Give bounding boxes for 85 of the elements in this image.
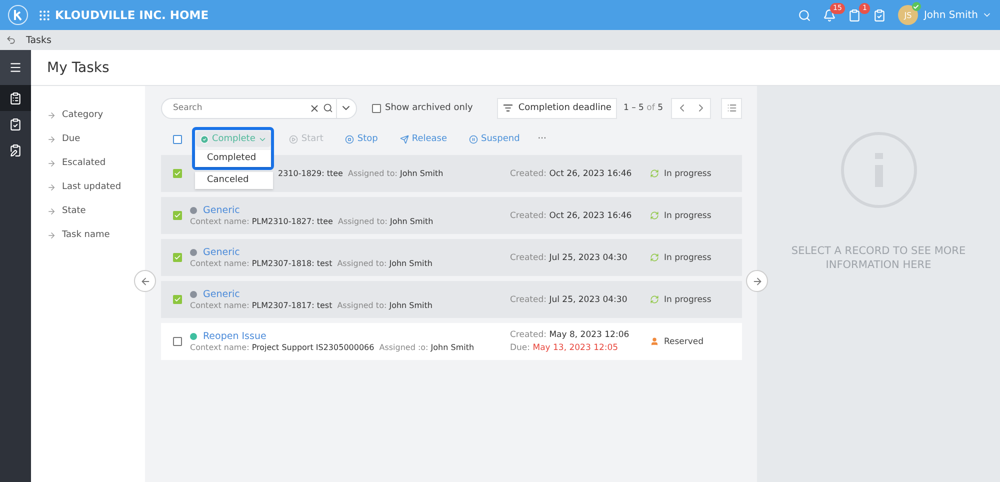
stop-icon bbox=[345, 134, 354, 144]
context-text: Context name: PLM2307-1817: test bbox=[190, 301, 332, 310]
context-text: Context name: PLM2310-1827: ttee bbox=[190, 217, 333, 226]
check-circle-icon bbox=[200, 134, 209, 144]
sync-icon bbox=[650, 253, 659, 262]
send-icon bbox=[400, 134, 409, 144]
due-date: Due: May 13, 2023 12:05 bbox=[510, 343, 620, 353]
assignee-text: Assigned to: John Smith bbox=[348, 169, 444, 178]
status-text: In progress bbox=[664, 210, 712, 220]
sync-icon bbox=[650, 295, 659, 304]
task-row[interactable]: Generic Context name: PLM2307-1817: test Assigned to: John Smith Created: Jul 25, 2023 04:30 In progress bbox=[161, 281, 742, 318]
status-text: Reserved bbox=[664, 336, 704, 346]
search-field[interactable]: Search bbox=[161, 98, 357, 118]
arrow-icon bbox=[47, 230, 56, 240]
assignee-text: Assigned to: John Smith bbox=[337, 301, 432, 310]
filter-item[interactable]: Escalated bbox=[62, 158, 106, 168]
checkbox[interactable] bbox=[173, 211, 182, 220]
pause-icon bbox=[469, 134, 478, 144]
task-row[interactable]: Generic Context name: PLM2307-1818: test Assigned to: John Smith Created: Jul 25, 2023 04:30 In progress bbox=[161, 239, 742, 276]
context-text: 2310-1829: ttee bbox=[278, 169, 343, 178]
task-title[interactable]: Reopen Issue bbox=[203, 331, 266, 342]
assignee-text: Assigned to: John Smith bbox=[337, 259, 432, 268]
sync-icon bbox=[650, 211, 659, 220]
apps-grid-icon[interactable] bbox=[38, 8, 51, 22]
collapse-left-button[interactable] bbox=[134, 270, 156, 292]
search-icon[interactable] bbox=[323, 103, 333, 113]
menu-icon bbox=[9, 61, 22, 74]
status-text: In progress bbox=[664, 294, 712, 304]
assignee-text: Assigned to: John Smith bbox=[338, 217, 434, 226]
logo-icon[interactable] bbox=[8, 5, 28, 25]
context-text: Context name: Project Support IS2305000066 bbox=[190, 343, 374, 352]
arrow-icon bbox=[47, 158, 56, 168]
context-text: Context name: PLM2307-1818: test bbox=[190, 259, 332, 268]
arrow-icon bbox=[47, 182, 56, 192]
breadcrumb[interactable]: Tasks bbox=[26, 34, 52, 46]
sort-icon bbox=[503, 103, 514, 113]
arrow-icon bbox=[47, 110, 56, 120]
assignee-text: Assigned :o: John Smith bbox=[379, 343, 474, 352]
checkbox[interactable] bbox=[173, 337, 182, 346]
play-icon bbox=[289, 134, 298, 144]
filter-item[interactable]: State bbox=[62, 206, 86, 216]
created-date: Created: May 8, 2023 12:06 bbox=[510, 330, 630, 340]
sync-icon bbox=[650, 169, 659, 178]
bell-icon[interactable] bbox=[822, 8, 836, 22]
arrow-icon bbox=[47, 206, 56, 216]
clipboard-check-icon[interactable] bbox=[872, 8, 886, 22]
clipboard-icon[interactable] bbox=[848, 8, 861, 22]
filter-item[interactable]: Due bbox=[62, 134, 80, 144]
created-date: Created: Jul 25, 2023 04:30 bbox=[510, 294, 628, 304]
back-icon[interactable] bbox=[6, 35, 16, 45]
created-date: Created: Oct 26, 2023 16:46 bbox=[510, 168, 633, 178]
arrow-right-icon bbox=[752, 276, 762, 286]
task-row[interactable]: Generic Context name: PLM2310-1827: ttee Assigned to: John Smith Created: Oct 26, 2023 16:46 In progress bbox=[161, 197, 742, 234]
sort-button[interactable]: Completion deadline bbox=[497, 98, 618, 118]
menu-item[interactable]: Completed bbox=[195, 150, 271, 167]
arrow-left-icon bbox=[140, 276, 150, 286]
expand-right-button[interactable] bbox=[746, 270, 768, 292]
person-icon bbox=[650, 337, 659, 346]
filter-item[interactable]: Task name bbox=[62, 230, 110, 240]
clipboard-pen-icon bbox=[9, 144, 22, 156]
checkbox[interactable] bbox=[173, 169, 182, 178]
filter-item[interactable]: Last updated bbox=[62, 182, 122, 192]
checkbox[interactable] bbox=[173, 295, 182, 304]
task-row[interactable]: Reopen Issue Context name: Project Support IS2305000066 Assigned :o: John Smith Created: May 8, 2023 12:06 Due: May 13, 2023 12:05 Reserved bbox=[161, 323, 742, 360]
page-title: My Tasks bbox=[47, 60, 110, 76]
created-date: Created: Oct 26, 2023 16:46 bbox=[510, 210, 633, 220]
more-menu[interactable]: ··· bbox=[538, 134, 546, 144]
search-input[interactable]: Search bbox=[171, 102, 306, 114]
status-text: In progress bbox=[664, 168, 712, 178]
arrow-icon bbox=[47, 134, 56, 144]
status-text: In progress bbox=[664, 252, 712, 262]
rail-item[interactable] bbox=[0, 85, 31, 111]
pagination-text: 1 – 5 of 5 bbox=[623, 103, 663, 113]
checkbox-label: Show archived only bbox=[385, 103, 473, 113]
clipboard-check-icon bbox=[9, 118, 22, 130]
select-all-checkbox[interactable] bbox=[173, 134, 182, 144]
clear-icon[interactable] bbox=[309, 102, 320, 114]
checkbox[interactable] bbox=[173, 253, 182, 262]
empty-state-message: SELECT A RECORD TO SEE MORE INFORMATION HERE bbox=[790, 244, 967, 272]
filter-item[interactable]: Category bbox=[62, 110, 104, 120]
checkbox[interactable] bbox=[372, 104, 381, 112]
list-view-button[interactable] bbox=[721, 98, 742, 118]
created-date: Created: Jul 25, 2023 04:30 bbox=[510, 252, 628, 262]
menu-item[interactable]: Canceled bbox=[195, 172, 273, 189]
clipboard-list-icon bbox=[9, 92, 22, 104]
